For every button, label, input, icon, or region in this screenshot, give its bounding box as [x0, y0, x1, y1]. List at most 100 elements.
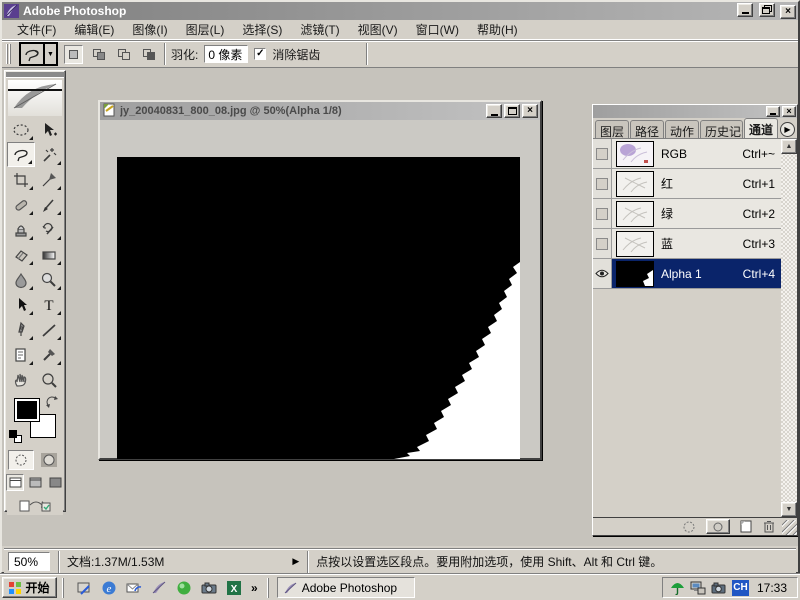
options-grip[interactable] — [6, 44, 13, 64]
ime-indicator[interactable]: CH — [732, 580, 749, 596]
status-popup-arrow[interactable]: ▶ — [292, 556, 299, 567]
visibility-toggle[interactable] — [593, 229, 612, 258]
close-button[interactable]: × — [780, 5, 796, 19]
history-brush-tool[interactable] — [35, 217, 63, 242]
tab-paths[interactable]: 路径 — [630, 120, 664, 138]
antivirus-umbrella-icon[interactable] — [669, 580, 686, 596]
eyedropper-tool[interactable] — [35, 342, 63, 367]
tab-channels[interactable]: 通道 — [744, 118, 778, 138]
hand-tool[interactable] — [7, 367, 35, 392]
palette-menu-button[interactable]: ▶ — [780, 122, 795, 137]
document-size-info[interactable]: 文档:1.37M/1.53M — [67, 553, 164, 570]
standard-mode-button[interactable] — [8, 450, 34, 470]
photoshop-task-button[interactable]: Adobe Photoshop — [277, 577, 415, 598]
pen-tool[interactable] — [7, 317, 35, 342]
intersect-selection-button[interactable] — [139, 45, 158, 64]
menu-help[interactable]: 帮助(H) — [468, 19, 527, 40]
swap-colors-icon[interactable] — [46, 396, 58, 411]
crop-tool[interactable] — [7, 167, 35, 192]
tool-preset-dropdown[interactable]: ▼ — [45, 42, 58, 66]
slice-tool[interactable] — [35, 167, 63, 192]
fullscreen-menu-button[interactable] — [26, 474, 44, 491]
gradient-tool[interactable] — [35, 242, 63, 267]
palette-resize-grip[interactable] — [782, 520, 797, 535]
photoshop-quicklaunch-icon[interactable] — [149, 578, 169, 598]
delete-channel-button[interactable] — [763, 520, 775, 533]
channel-row-blue[interactable]: 蓝 Ctrl+3 — [593, 229, 781, 259]
save-selection-button[interactable] — [706, 519, 730, 534]
channel-row-green[interactable]: 绿 Ctrl+2 — [593, 199, 781, 229]
zoom-tool[interactable] — [35, 367, 63, 392]
doc-maximize-button[interactable] — [504, 104, 520, 118]
visibility-toggle[interactable] — [593, 169, 612, 198]
feather-input[interactable] — [204, 45, 248, 63]
channel-row-red[interactable]: 红 Ctrl+1 — [593, 169, 781, 199]
scroll-down-button[interactable]: ▼ — [781, 502, 797, 517]
document-titlebar[interactable]: jy_20040831_800_08.jpg @ 50%(Alpha 1/8) … — [100, 102, 540, 120]
add-selection-button[interactable] — [89, 45, 108, 64]
taskbar-grip-2[interactable] — [267, 578, 272, 598]
green-orb-app-icon[interactable] — [174, 578, 194, 598]
tab-actions[interactable]: 动作 — [665, 120, 699, 138]
dodge-tool[interactable] — [35, 267, 63, 292]
clone-stamp-tool[interactable] — [7, 217, 35, 242]
excel-app-icon[interactable]: X — [224, 578, 244, 598]
zoom-level-field[interactable]: 50% — [8, 552, 50, 571]
palette-close-button[interactable]: × — [782, 106, 796, 117]
palette-minimize-button[interactable] — [766, 106, 780, 117]
magic-wand-tool[interactable] — [35, 142, 63, 167]
camera-app-icon[interactable] — [199, 578, 219, 598]
photoshop-logo[interactable] — [8, 80, 62, 116]
quicklaunch-overflow-chevron[interactable]: » — [249, 581, 260, 595]
palette-titlebar[interactable]: × — [593, 105, 797, 118]
image-canvas[interactable] — [117, 157, 520, 459]
blur-tool[interactable] — [7, 267, 35, 292]
visibility-toggle[interactable] — [593, 259, 612, 288]
show-desktop-icon[interactable] — [74, 578, 94, 598]
line-tool[interactable] — [35, 317, 63, 342]
menu-layer[interactable]: 图层(L) — [177, 19, 234, 40]
brush-tool[interactable] — [35, 192, 63, 217]
minimize-button[interactable] — [737, 3, 753, 17]
move-tool[interactable] — [35, 117, 63, 142]
marquee-tool[interactable] — [7, 117, 35, 142]
menu-select[interactable]: 选择(S) — [233, 19, 291, 40]
toolbox-drag-handle[interactable] — [6, 72, 64, 78]
menu-file[interactable]: 文件(F) — [8, 19, 65, 40]
internet-explorer-icon[interactable]: e — [99, 578, 119, 598]
quick-mask-mode-button[interactable] — [36, 450, 62, 470]
type-tool[interactable]: T — [35, 292, 63, 317]
menu-image[interactable]: 图像(I) — [123, 19, 176, 40]
notes-tool[interactable] — [7, 342, 35, 367]
network-computer-icon[interactable] — [690, 580, 707, 596]
path-selection-tool[interactable] — [7, 292, 35, 317]
outlook-express-icon[interactable] — [124, 578, 144, 598]
taskbar-grip[interactable] — [62, 578, 67, 598]
standard-screen-button[interactable] — [6, 474, 24, 491]
antialias-checkbox[interactable]: ✓ — [254, 48, 266, 60]
scroll-up-button[interactable]: ▲ — [781, 139, 797, 154]
doc-close-button[interactable]: × — [522, 104, 538, 118]
new-selection-button[interactable] — [64, 45, 83, 64]
jump-to-imageready-button[interactable] — [7, 495, 63, 515]
menu-view[interactable]: 视图(V) — [349, 19, 407, 40]
doc-minimize-button[interactable] — [486, 104, 502, 118]
taskbar-clock[interactable]: 17:33 — [753, 581, 791, 595]
channel-row-rgb[interactable]: RGB Ctrl+~ — [593, 139, 781, 169]
load-selection-icon[interactable] — [682, 520, 696, 534]
tab-history[interactable]: 历史记录 — [700, 120, 743, 138]
visibility-toggle[interactable] — [593, 199, 612, 228]
default-colors-icon[interactable] — [9, 430, 22, 443]
fullscreen-button[interactable] — [46, 474, 64, 491]
tab-layers[interactable]: 图层 — [595, 120, 629, 138]
tool-preset-picker[interactable]: ▼ — [19, 42, 58, 66]
menu-edit[interactable]: 编辑(E) — [65, 19, 123, 40]
visibility-toggle[interactable] — [593, 139, 612, 168]
restore-button[interactable] — [759, 3, 775, 17]
eraser-tool[interactable] — [7, 242, 35, 267]
healing-brush-tool[interactable] — [7, 192, 35, 217]
menu-filter[interactable]: 滤镜(T) — [291, 19, 348, 40]
palette-scrollbar[interactable]: ▲ ▼ — [781, 139, 797, 517]
menu-window[interactable]: 窗口(W) — [407, 19, 468, 40]
lasso-tool[interactable] — [7, 142, 35, 167]
